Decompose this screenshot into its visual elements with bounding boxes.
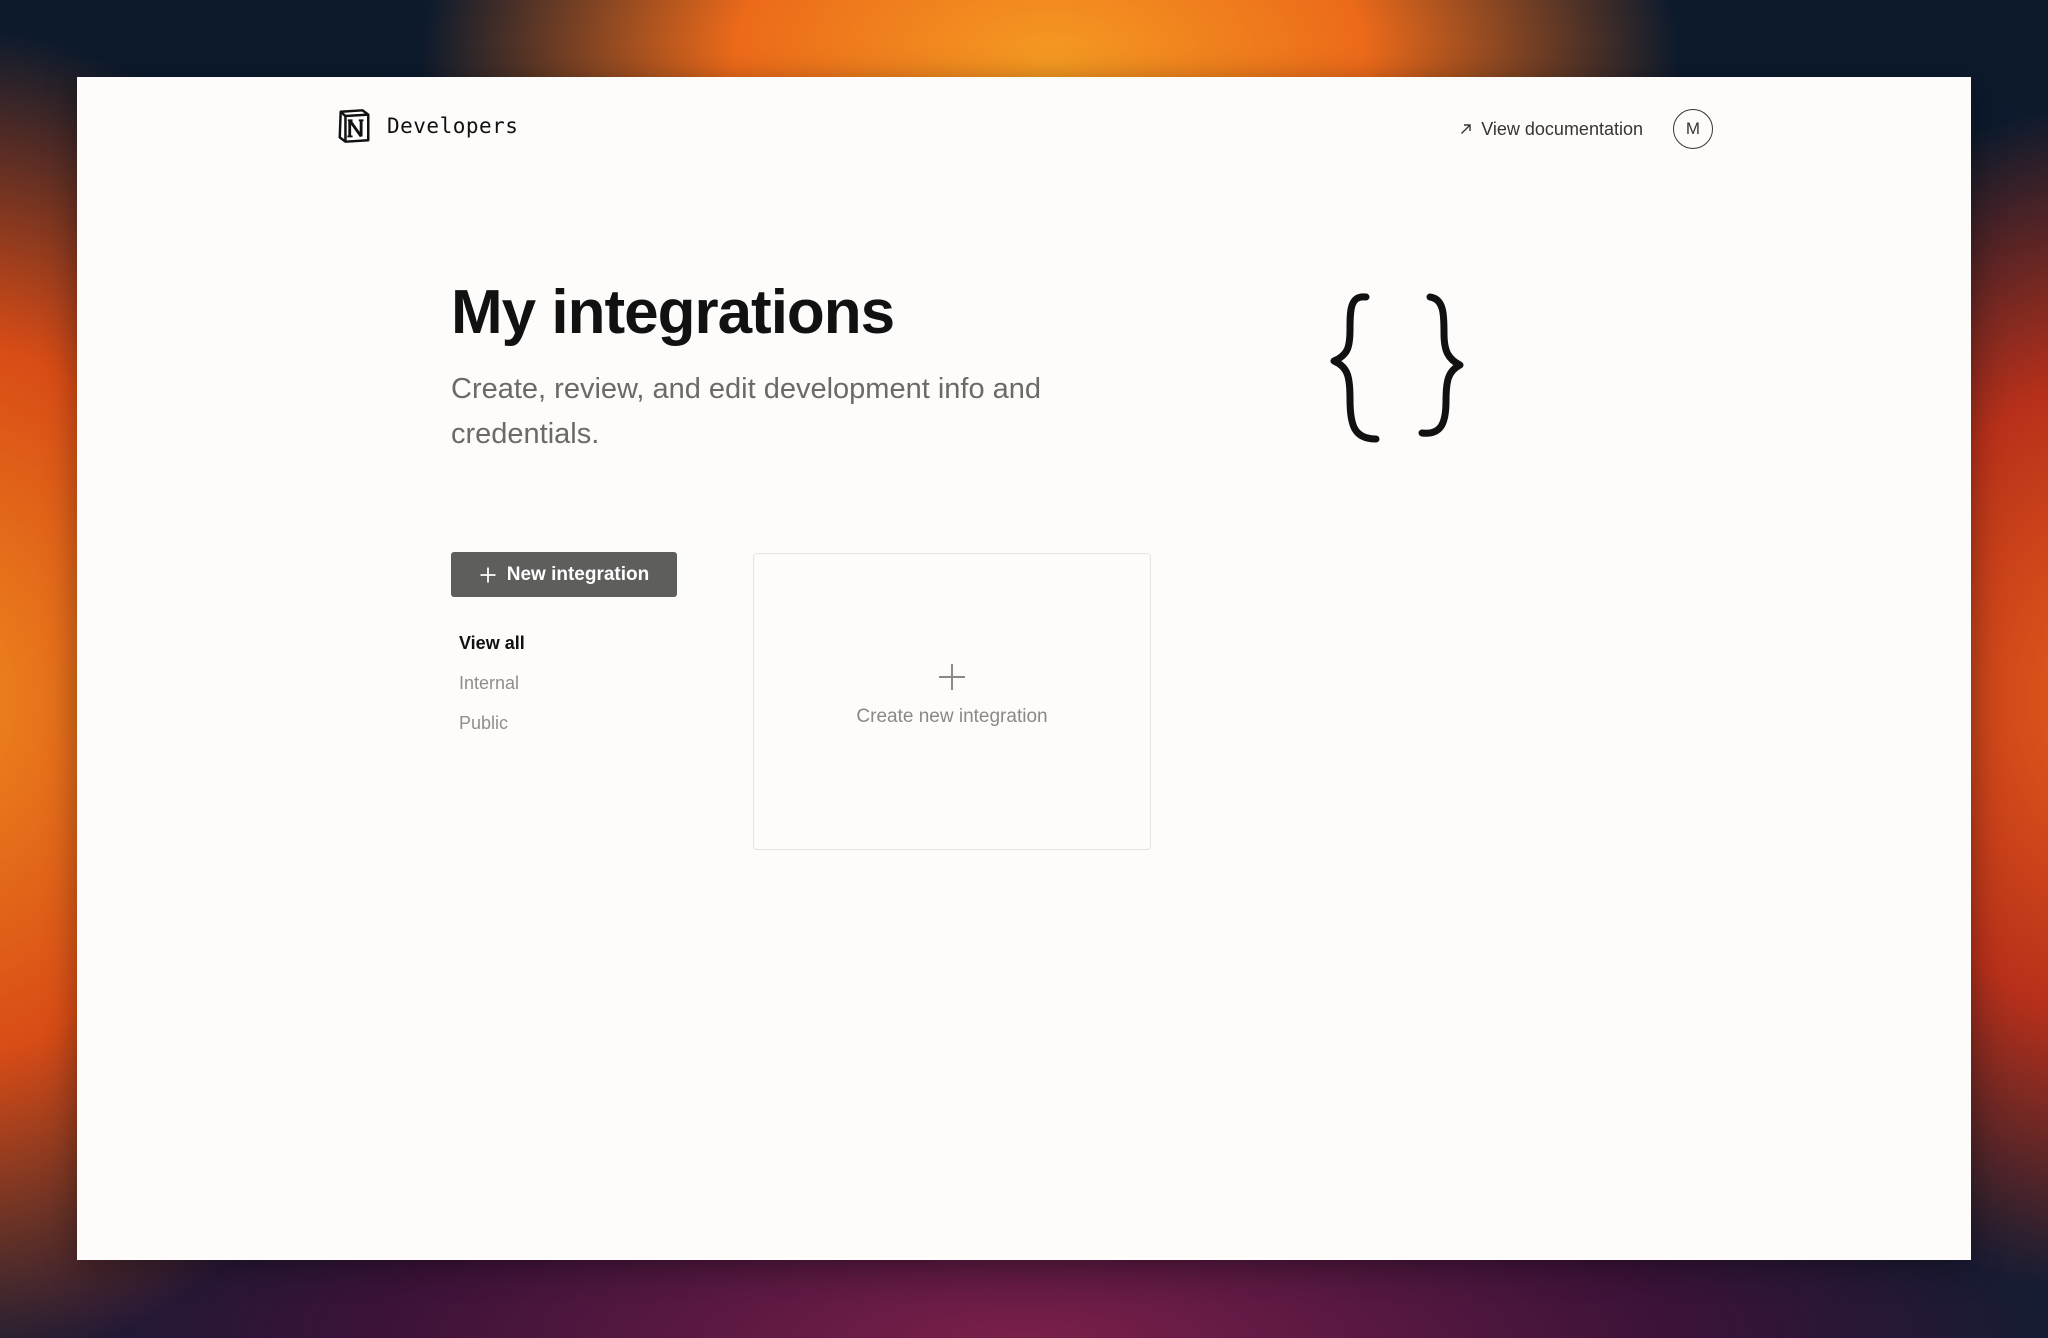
curly-braces-icon xyxy=(1330,293,1464,443)
brand[interactable]: Developers xyxy=(335,107,518,145)
brand-text: Developers xyxy=(387,114,519,138)
arrow-up-right-icon xyxy=(1461,124,1471,134)
plus-icon xyxy=(939,663,965,690)
page-title: My integrations xyxy=(451,278,895,347)
browser-window: Developers View documentation M My integ… xyxy=(77,77,1971,1260)
view-documentation-label: View documentation xyxy=(1481,118,1643,139)
create-integration-label: Create new integration xyxy=(856,705,1048,727)
view-documentation-link[interactable]: View documentation xyxy=(1459,119,1643,140)
avatar[interactable]: M xyxy=(1673,109,1713,149)
filter-internal[interactable]: Internal xyxy=(459,672,525,694)
header-actions: View documentation M xyxy=(1459,109,1713,149)
plus-icon xyxy=(480,567,496,582)
page-subtitle: Create, review, and edit development inf… xyxy=(451,373,1042,450)
filter-public[interactable]: Public xyxy=(459,712,525,734)
filter-view-all[interactable]: View all xyxy=(459,632,525,654)
filter-list: View all Internal Public xyxy=(459,632,525,734)
new-integration-button[interactable]: New integration xyxy=(451,552,677,597)
notion-logo-icon xyxy=(338,109,370,143)
create-integration-card[interactable]: Create new integration xyxy=(753,553,1151,850)
new-integration-label: New integration xyxy=(506,563,650,585)
